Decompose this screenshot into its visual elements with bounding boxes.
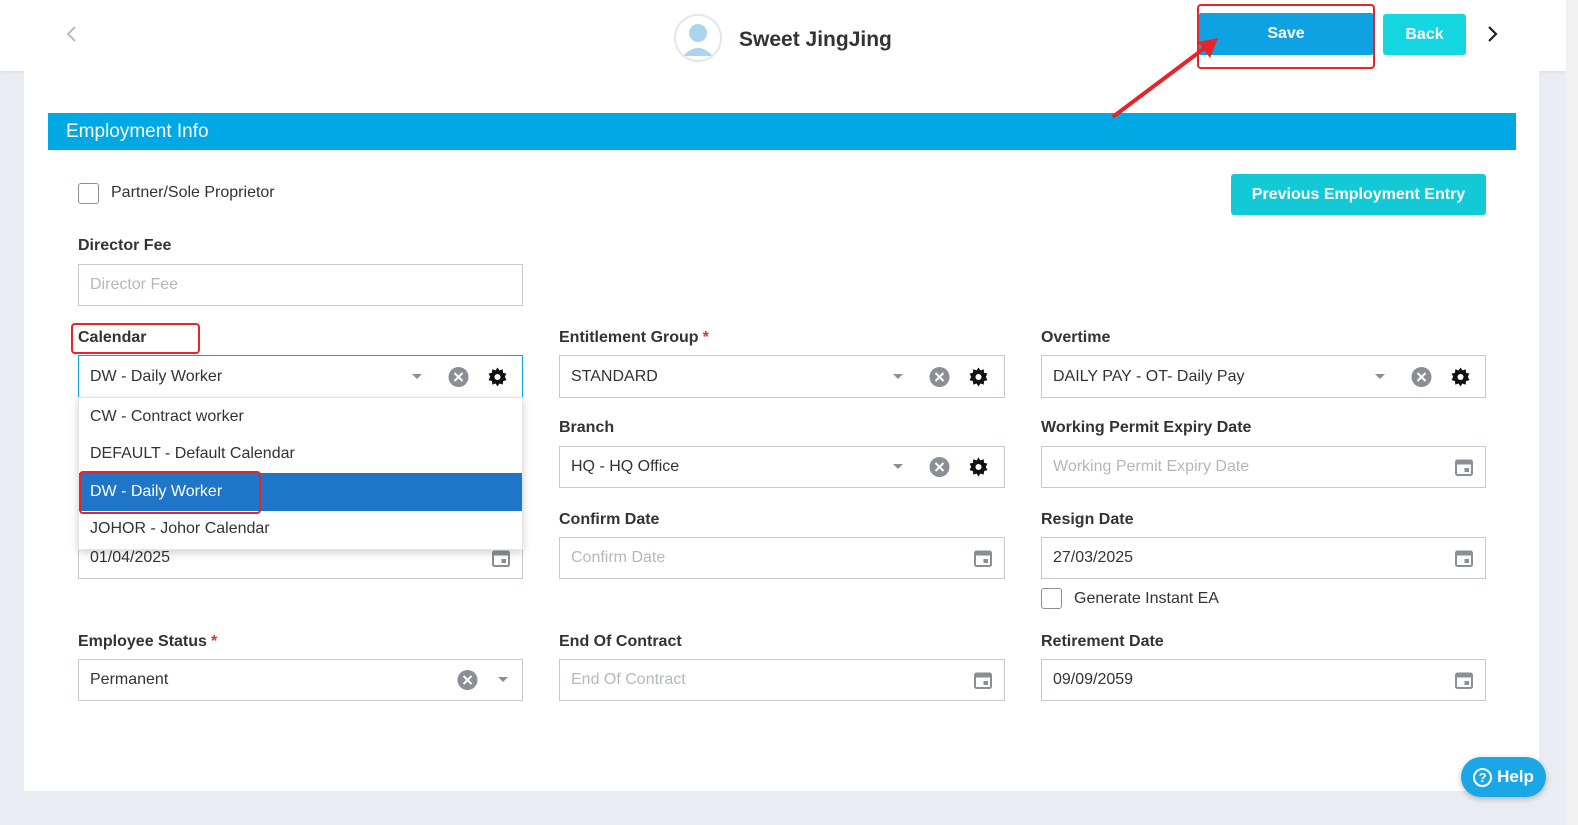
gear-icon[interactable] [1451,367,1470,386]
calendar-icon[interactable] [974,549,992,567]
employee-status-select[interactable]: Permanent [78,659,523,701]
back-button[interactable]: Back [1383,14,1466,55]
end-of-contract-input[interactable]: End Of Contract [559,659,1005,701]
calendar-option[interactable]: DEFAULT - Default Calendar [79,436,522,474]
branch-select[interactable]: HQ - HQ Office [559,446,1005,488]
calendar-icon[interactable] [1455,671,1473,689]
entitlement-group-label-text: Entitlement Group [559,329,699,346]
retirement-date-input[interactable]: 09/09/2059 [1041,659,1486,701]
clear-icon[interactable] [457,670,478,691]
calendar-value: DW - Daily Worker [90,367,223,385]
calendar-option[interactable]: JOHOR - Johor Calendar [79,511,522,549]
director-fee-label: Director Fee [78,237,172,254]
required-mark: * [210,633,218,650]
calendar-label: Calendar [78,329,147,346]
calendar-select[interactable]: DW - Daily Worker [78,355,523,398]
confirm-date-label: Confirm Date [559,511,660,528]
partner-checkbox-label: Partner/Sole Proprietor [111,184,275,201]
clear-icon[interactable] [929,366,950,387]
save-button[interactable]: Save [1199,13,1373,55]
generate-instant-ea-label: Generate Instant EA [1074,590,1219,607]
retirement-date-value: 09/09/2059 [1053,671,1134,688]
previous-employment-button[interactable]: Previous Employment Entry [1231,174,1486,215]
entitlement-group-select[interactable]: STANDARD [559,355,1005,398]
resign-date-value: 27/03/2025 [1053,549,1134,566]
employee-name: Sweet JingJing [739,28,892,51]
clear-icon[interactable] [448,366,469,387]
branch-label: Branch [559,419,615,436]
required-mark: * [702,329,709,346]
clear-icon[interactable] [1411,366,1432,387]
employee-status-label-text: Employee Status [78,633,207,650]
confirm-date-input[interactable]: Confirm Date [559,537,1005,579]
calendar-icon[interactable] [1455,549,1473,567]
calendar-date-value: 01/04/2025 [90,549,171,566]
partner-checkbox[interactable] [78,183,99,204]
section-header: Employment Info [48,113,1516,150]
calendar-icon[interactable] [492,549,510,567]
chevron-down-icon[interactable] [892,463,904,471]
retirement-date-label: Retirement Date [1041,633,1164,650]
confirm-date-placeholder: Confirm Date [571,549,666,566]
help-button[interactable]: ? Help [1461,757,1546,797]
gear-icon[interactable] [969,457,988,477]
gear-icon[interactable] [488,367,507,386]
avatar [674,14,722,62]
end-of-contract-label: End Of Contract [559,633,682,650]
overtime-select[interactable]: DAILY PAY - OT- Daily Pay [1041,355,1486,398]
clear-icon[interactable] [929,457,950,478]
chevron-down-icon[interactable] [497,676,509,684]
calendar-dropdown: CW - Contract worker DEFAULT - Default C… [78,397,523,550]
calendar-option-selected[interactable]: DW - Daily Worker [79,473,522,511]
chevron-right-icon[interactable] [1480,22,1504,46]
resign-date-input[interactable]: 27/03/2025 [1041,537,1486,579]
overtime-value: DAILY PAY - OT- Daily Pay [1053,367,1245,385]
chevron-down-icon[interactable] [411,373,423,381]
director-fee-input[interactable]: Director Fee [78,264,523,306]
employee-status-value: Permanent [90,671,169,688]
branch-value: HQ - HQ Office [571,458,680,475]
resign-date-label: Resign Date [1041,511,1134,528]
calendar-option[interactable]: CW - Contract worker [79,398,522,436]
overtime-label: Overtime [1041,329,1111,346]
director-fee-placeholder: Director Fee [90,276,179,293]
question-icon: ? [1473,767,1493,787]
scrollbar[interactable] [1566,0,1578,825]
calendar-icon[interactable] [974,671,992,689]
working-permit-placeholder: Working Permit Expiry Date [1053,458,1250,475]
chevron-down-icon[interactable] [892,373,904,381]
working-permit-input[interactable]: Working Permit Expiry Date [1041,446,1486,488]
calendar-icon[interactable] [1455,458,1473,476]
entitlement-group-label: Entitlement Group * [559,329,709,347]
working-permit-label: Working Permit Expiry Date [1041,419,1252,436]
chevron-down-icon[interactable] [1374,373,1386,381]
top-bar: Sweet JingJing Save Back [0,0,1566,71]
end-of-contract-placeholder: End Of Contract [571,671,686,688]
entitlement-group-value: STANDARD [571,367,658,385]
generate-instant-ea-checkbox[interactable] [1041,588,1062,609]
chevron-left-icon[interactable] [60,22,84,46]
employee-status-label: Employee Status * [78,633,217,651]
gear-icon[interactable] [969,367,988,386]
help-label: Help [1497,767,1534,786]
